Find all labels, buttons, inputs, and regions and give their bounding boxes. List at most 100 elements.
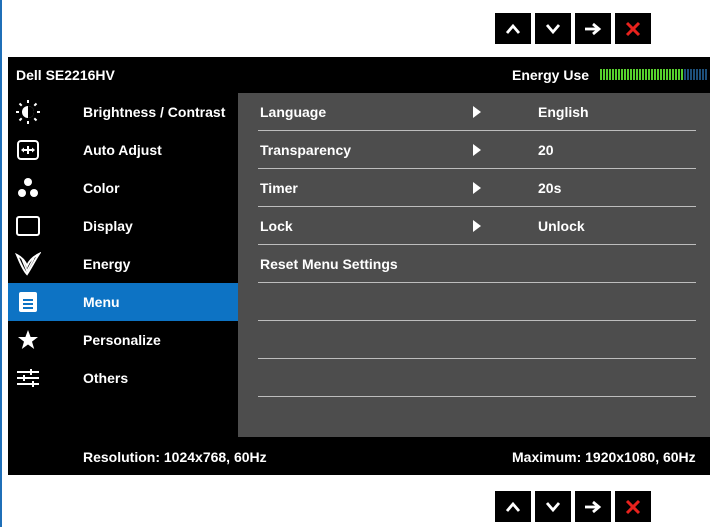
setting-label: Language — [260, 104, 327, 120]
color-icon — [14, 174, 42, 202]
energy-meter-bar — [681, 69, 683, 80]
osd-header: Dell SE2216HV Energy Use — [8, 57, 710, 93]
menu-icon — [14, 288, 42, 316]
sidebar-item-label: Menu — [83, 294, 120, 310]
energy-meter-bar — [603, 69, 605, 80]
triangle-right-icon — [473, 220, 481, 232]
energy-use-label: Energy Use — [512, 67, 590, 83]
setting-label: Reset Menu Settings — [260, 256, 398, 272]
display-icon — [14, 212, 42, 240]
energy-meter-bar — [657, 69, 659, 80]
sidebar-item-label: Energy — [83, 256, 131, 272]
setting-label: Transparency — [260, 142, 352, 158]
arrow-right-icon — [583, 500, 603, 514]
sidebar-item-brightness-contrast[interactable]: Brightness / Contrast — [8, 93, 238, 131]
energy-meter-bar — [690, 69, 692, 80]
energy-meter-bar — [609, 69, 611, 80]
osd-footer: Resolution: 1024x768, 60Hz Maximum: 1920… — [8, 437, 710, 475]
chevron-up-icon — [505, 501, 521, 513]
close-icon — [625, 499, 641, 515]
energy-meter-bar — [678, 69, 680, 80]
energy-meter-bar — [639, 69, 641, 80]
enter-button[interactable] — [575, 491, 611, 522]
sidebar-item-display[interactable]: Display — [8, 207, 238, 245]
row-divider — [258, 396, 696, 397]
close-icon — [625, 21, 641, 37]
osd-menu: Dell SE2216HV Energy Use Brightness / Co… — [8, 57, 710, 475]
auto-adjust-icon — [14, 136, 42, 164]
setting-value: 20s — [538, 180, 562, 196]
energy-meter-bar — [705, 69, 707, 80]
energy-meter-bar — [636, 69, 638, 80]
sidebar-item-personalize[interactable]: Personalize — [8, 321, 238, 359]
down-button[interactable] — [535, 13, 571, 44]
sidebar-item-label: Others — [83, 370, 129, 386]
sidebar-item-energy[interactable]: Energy — [8, 245, 238, 283]
energy-meter-bar — [693, 69, 695, 80]
energy-meter-bar — [606, 69, 608, 80]
setting-value: Unlock — [538, 218, 585, 234]
energy-meter-bar — [669, 69, 671, 80]
enter-button[interactable] — [575, 13, 611, 44]
setting-row-timer[interactable]: Timer 20s — [238, 169, 710, 207]
setting-label: Lock — [260, 218, 293, 234]
energy-meter-bar — [651, 69, 653, 80]
setting-value: 20 — [538, 142, 554, 158]
energy-meter-bar — [666, 69, 668, 80]
exit-button[interactable] — [615, 13, 651, 44]
energy-meter-bar — [696, 69, 698, 80]
setting-label: Timer — [260, 180, 298, 196]
energy-use-meter — [600, 69, 707, 80]
up-button[interactable] — [495, 13, 531, 44]
down-button[interactable] — [535, 491, 571, 522]
energy-meter-bar — [645, 69, 647, 80]
monitor-buttons-top — [495, 13, 651, 44]
energy-meter-bar — [621, 69, 623, 80]
energy-meter-bar — [660, 69, 662, 80]
setting-value: English — [538, 104, 589, 120]
energy-meter-bar — [615, 69, 617, 80]
energy-meter-bar — [618, 69, 620, 80]
chevron-down-icon — [545, 501, 561, 513]
triangle-right-icon — [473, 106, 481, 118]
triangle-right-icon — [473, 182, 481, 194]
setting-row-empty — [238, 283, 710, 321]
energy-meter-bar — [663, 69, 665, 80]
sidebar-item-menu[interactable]: Menu — [8, 283, 238, 321]
setting-row-reset-menu-settings[interactable]: Reset Menu Settings — [238, 245, 710, 283]
star-icon — [14, 326, 42, 354]
triangle-right-icon — [473, 144, 481, 156]
energy-meter-bar — [675, 69, 677, 80]
exit-button[interactable] — [615, 491, 651, 522]
up-button[interactable] — [495, 491, 531, 522]
window-left-border — [0, 0, 2, 527]
energy-meter-bar — [654, 69, 656, 80]
energy-meter-bar — [684, 69, 686, 80]
sidebar: Brightness / Contrast Auto Adjust Color — [8, 93, 238, 437]
energy-meter-bar — [672, 69, 674, 80]
energy-meter-bar — [630, 69, 632, 80]
sliders-icon — [14, 364, 42, 392]
setting-row-empty — [238, 359, 710, 397]
chevron-down-icon — [545, 23, 561, 35]
energy-meter-bar — [627, 69, 629, 80]
sidebar-item-label: Auto Adjust — [83, 142, 162, 158]
energy-meter-bar — [624, 69, 626, 80]
sidebar-item-color[interactable]: Color — [8, 169, 238, 207]
setting-row-transparency[interactable]: Transparency 20 — [238, 131, 710, 169]
maximum-resolution: Maximum: 1920x1080, 60Hz — [512, 449, 696, 465]
sidebar-item-others[interactable]: Others — [8, 359, 238, 397]
setting-row-empty — [238, 321, 710, 359]
sidebar-item-label: Color — [83, 180, 120, 196]
sidebar-item-auto-adjust[interactable]: Auto Adjust — [8, 131, 238, 169]
energy-leaf-icon — [14, 250, 42, 278]
energy-meter-bar — [633, 69, 635, 80]
setting-row-language[interactable]: Language English — [238, 93, 710, 131]
monitor-model: Dell SE2216HV — [16, 67, 115, 83]
energy-meter-bar — [702, 69, 704, 80]
current-resolution: Resolution: 1024x768, 60Hz — [83, 449, 267, 465]
brightness-icon — [14, 98, 42, 126]
sidebar-item-label: Display — [83, 218, 133, 234]
setting-row-lock[interactable]: Lock Unlock — [238, 207, 710, 245]
energy-meter-bar — [648, 69, 650, 80]
